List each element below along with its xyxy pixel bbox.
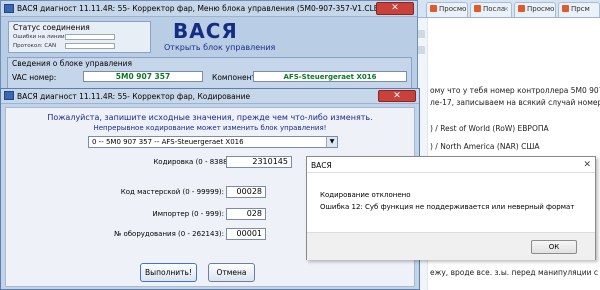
tab-close-icon[interactable]: × (547, 5, 553, 13)
controller-info-group: Сведения о блоке управления VAC номер: 5… (7, 57, 412, 91)
app-name-title: ВАСЯ (173, 19, 238, 43)
error-dialog-footer: ОК (307, 232, 595, 260)
forum-text-line: ому что у тебя номер контроллера 5M0 907… (430, 86, 600, 95)
execute-button[interactable]: Выполнить! (140, 263, 197, 282)
tab-close-icon[interactable]: × (503, 5, 509, 13)
component-label: Компонент: (212, 73, 259, 82)
workshop-code-input[interactable]: 00028 (226, 186, 266, 198)
open-control-unit-label: Открыть блок управления (164, 43, 276, 52)
side-strip-icon[interactable] (417, 46, 425, 54)
close-icon[interactable]: ✕ (378, 90, 416, 102)
vasya-main-window: ВАСЯ диагност 11.11.4R: 55- Корректор фа… (0, 0, 418, 91)
browser-tab-label: Прсм (571, 5, 590, 13)
error-message-detail: Ошибка 12: Суб функция не поддерживается… (320, 203, 575, 211)
cancel-button[interactable]: Отмена (208, 263, 255, 282)
browser-tab-label: Посла (483, 5, 506, 13)
vac-number-label: VAC номер: (12, 73, 57, 82)
tab-close-icon[interactable]: × (459, 5, 465, 13)
ok-button[interactable]: ОК (531, 240, 577, 254)
workshop-field-row: Код мастерской (0 - 99999): (46, 186, 224, 198)
connection-status-group: Статус соединения Ошибки на линии Проток… (8, 21, 151, 53)
status-indicator-bar (65, 34, 115, 40)
error-message-title: Кодирование отклонено (320, 191, 411, 199)
importer-input[interactable]: 028 (226, 208, 266, 220)
importer-label: Импортер (0 - 999): (152, 210, 224, 218)
coding-value-input[interactable]: 2310145 (226, 156, 292, 168)
close-icon[interactable]: ✕ (583, 160, 591, 170)
status-row-label: Ошибки на линии (13, 34, 65, 40)
error-dialog: ВАСЯ ✕ Кодирование отклонено Ошибка 12: … (306, 156, 596, 260)
tab-favicon-icon (474, 5, 481, 12)
forum-text-line: ) / North America (NAR) США (430, 142, 540, 151)
tab-favicon-icon (518, 5, 525, 12)
status-indicator-bar (65, 43, 115, 49)
close-icon[interactable]: ✕ (376, 2, 414, 15)
coding-dialog-title: ВАСЯ диагност 11.11.4R: 55- Корректор фа… (17, 92, 251, 101)
browser-tab-2[interactable]: Посла × (470, 2, 512, 17)
app-icon (4, 4, 14, 13)
connection-status-title: Статус соединения (13, 23, 90, 32)
tab-favicon-icon (430, 5, 437, 12)
vac-number-value: 5M0 907 357 (83, 71, 203, 82)
equipment-number-input[interactable]: 00001 (226, 228, 266, 240)
tab-favicon-icon (562, 5, 569, 12)
main-window-title: ВАСЯ диагност 11.11.4R: 55- Корректор фа… (17, 4, 382, 13)
forum-text-line: ежу, вроде все. з.ы. перед манипуляции с (430, 268, 599, 277)
component-value: AFS-Steuergeraet X016 (253, 71, 407, 82)
forum-text-line: ле-17, записываем на всякий случай номер… (430, 98, 600, 107)
forum-text-line: ) / Rest of World (RoW) ЕВРОПА (430, 124, 549, 133)
main-window-title-bar[interactable]: ВАСЯ диагност 11.11.4R: 55- Корректор фа… (1, 1, 417, 17)
browser-tab-4[interactable]: Прсм (558, 2, 600, 17)
browser-tab-1[interactable]: Просмо × (426, 2, 468, 17)
equipment-field-row: № оборудования (0 - 262143): (46, 228, 224, 240)
controller-select-value: 0 -- 5M0 907 357 -- AFS-Steuergeraet X01… (92, 138, 244, 146)
coding-dialog-title-bar[interactable]: ВАСЯ диагност 11.11.4R: 55- Корректор фа… (1, 89, 419, 104)
error-dialog-title: ВАСЯ (311, 161, 332, 170)
status-row-label: Протокол: CAN (13, 43, 57, 49)
workshop-code-label: Код мастерской (0 - 99999): (120, 188, 224, 196)
controller-info-title: Сведения о блоке управления (12, 59, 133, 68)
browser-tab-bar: Просмо × Посла × Просмо × Прсм (414, 0, 600, 18)
equipment-number-label: № оборудования (0 - 262143): (113, 230, 224, 238)
chevron-down-icon[interactable]: ▼ (326, 137, 337, 147)
coding-hint-message: Непрерывное кодирование может изменить б… (93, 124, 327, 132)
error-dialog-title-bar[interactable]: ВАСЯ ✕ (307, 157, 595, 173)
importer-field-row: Импортер (0 - 999): (46, 208, 224, 220)
controller-select-dropdown[interactable]: 0 -- 5M0 907 357 -- AFS-Steuergeraet X01… (88, 136, 338, 148)
app-icon (4, 91, 14, 100)
warning-message: Пожалуйста, запишите исходные значения, … (47, 113, 373, 122)
coding-field-row: Кодировка (0 - 8388607): (66, 156, 246, 168)
side-strip-icon[interactable] (417, 30, 425, 38)
browser-tab-3[interactable]: Просмо × (514, 2, 556, 17)
